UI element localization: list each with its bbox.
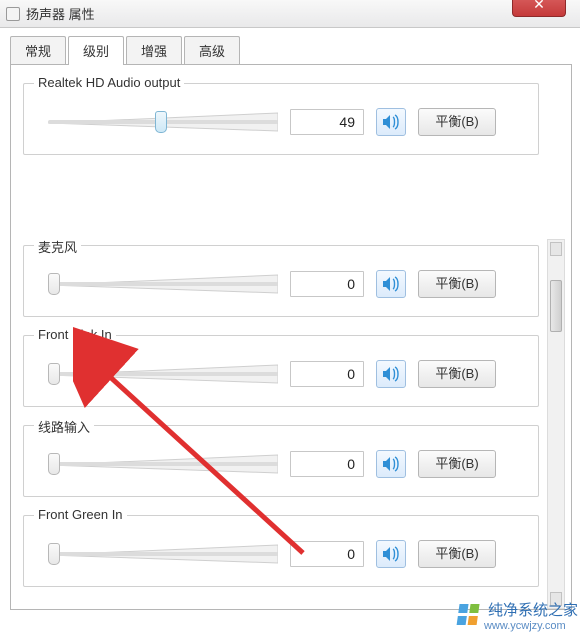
balance-button-pinkin[interactable]: 平衡(B) (418, 360, 496, 388)
speaker-icon (382, 456, 400, 472)
group-realtek: Realtek HD Audio output 49 平衡(B) (23, 83, 539, 155)
mute-button-realtek[interactable] (376, 108, 406, 136)
speaker-icon (382, 546, 400, 562)
mute-button-mic[interactable] (376, 270, 406, 298)
mute-button-pinkin[interactable] (376, 360, 406, 388)
window-title: 扬声器 属性 (26, 4, 95, 23)
tab-advanced[interactable]: 高级 (184, 36, 240, 64)
close-button[interactable]: ✕ (512, 0, 566, 17)
mute-button-linein[interactable] (376, 450, 406, 478)
group-legend: 线路输入 (34, 417, 94, 436)
balance-button-greenin[interactable]: 平衡(B) (418, 540, 496, 568)
group-mic: 麦克风 0 平衡(B) (23, 245, 539, 317)
volume-slider-realtek[interactable] (48, 109, 278, 135)
volume-value-realtek[interactable]: 49 (290, 109, 364, 135)
window-icon (6, 7, 20, 21)
watermark: 纯净系统之家 www.ycwjzy.com (458, 600, 578, 630)
watermark-logo-icon (456, 604, 481, 626)
levels-panel: Realtek HD Audio output 49 平衡(B) (10, 64, 572, 610)
balance-button-mic[interactable]: 平衡(B) (418, 270, 496, 298)
slider-thumb[interactable] (48, 363, 60, 385)
volume-value-greenin[interactable]: 0 (290, 541, 364, 567)
tab-general[interactable]: 常规 (10, 36, 66, 64)
vertical-scrollbar[interactable] (547, 239, 565, 609)
slider-thumb[interactable] (48, 543, 60, 565)
watermark-brand: 纯净系统之家 (488, 599, 578, 620)
group-legend: 麦克风 (34, 237, 81, 256)
group-front-green-in: Front Green In 0 平衡(B) (23, 515, 539, 587)
group-legend: Realtek HD Audio output (34, 75, 184, 90)
slider-thumb[interactable] (48, 273, 60, 295)
tab-levels[interactable]: 级别 (68, 36, 124, 65)
group-legend: Front Pink In (34, 327, 116, 342)
group-front-pink-in: Front Pink In 0 平衡(B) (23, 335, 539, 407)
tab-enhance[interactable]: 增强 (126, 36, 182, 64)
speaker-icon (382, 114, 400, 130)
slider-thumb[interactable] (155, 111, 167, 133)
scroll-thumb[interactable] (550, 280, 562, 332)
slider-thumb[interactable] (48, 453, 60, 475)
volume-value-pinkin[interactable]: 0 (290, 361, 364, 387)
volume-slider-linein[interactable] (48, 451, 278, 477)
balance-button-linein[interactable]: 平衡(B) (418, 450, 496, 478)
speaker-icon (382, 366, 400, 382)
volume-slider-mic[interactable] (48, 271, 278, 297)
speaker-icon (382, 276, 400, 292)
volume-slider-pinkin[interactable] (48, 361, 278, 387)
scroll-up-arrow[interactable] (550, 242, 562, 256)
tabstrip: 常规 级别 增强 高级 (10, 38, 572, 64)
volume-value-mic[interactable]: 0 (290, 271, 364, 297)
group-legend: Front Green In (34, 507, 127, 522)
group-line-in: 线路输入 0 平衡(B) (23, 425, 539, 497)
balance-button-realtek[interactable]: 平衡(B) (418, 108, 496, 136)
volume-value-linein[interactable]: 0 (290, 451, 364, 477)
volume-slider-greenin[interactable] (48, 541, 278, 567)
titlebar: 扬声器 属性 ✕ (0, 0, 580, 28)
mute-button-greenin[interactable] (376, 540, 406, 568)
